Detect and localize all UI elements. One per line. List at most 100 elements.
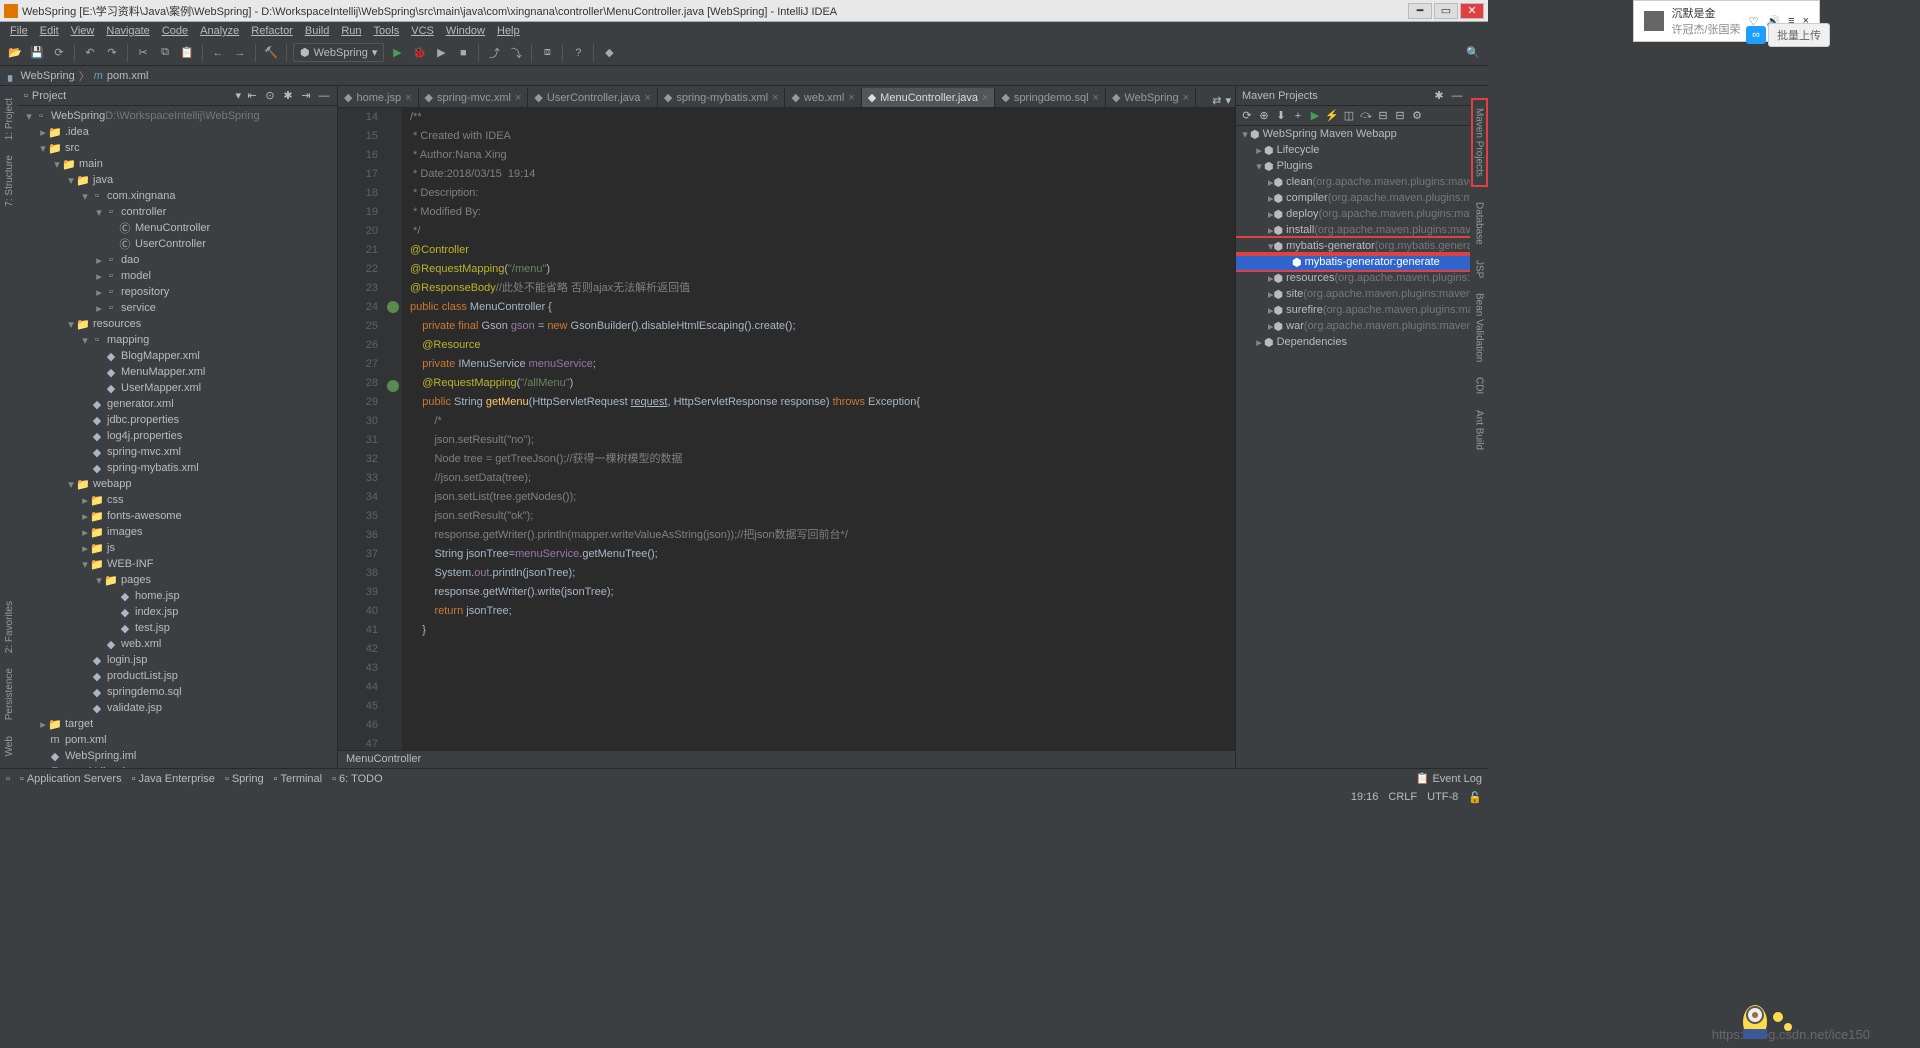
bottom-tool-6-TODO[interactable]: ▫6: TODO — [332, 773, 383, 785]
back-icon[interactable]: ← — [209, 44, 227, 62]
cut-icon[interactable]: ✂ — [134, 44, 152, 62]
chevron-down-icon[interactable]: ▾ — [235, 89, 241, 102]
tree-item[interactable]: ▸📁images — [18, 524, 337, 540]
maven-item[interactable]: ▾⬢Plugins — [1236, 158, 1470, 174]
hide-icon[interactable]: — — [1450, 89, 1464, 103]
strip-CDI[interactable]: CDI — [1474, 377, 1485, 394]
add-icon[interactable]: + — [1291, 109, 1305, 123]
tool-windows-icon[interactable]: ▫ — [6, 773, 10, 785]
generate-icon[interactable]: ⊕ — [1257, 109, 1271, 123]
menu-navigate[interactable]: Navigate — [100, 24, 155, 38]
help-icon[interactable]: ? — [569, 44, 587, 62]
tab-springdemo-sql[interactable]: ◆springdemo.sql× — [995, 88, 1106, 107]
breadcrumb-project[interactable]: WebSpring — [20, 70, 74, 82]
maven-item[interactable]: ▸⬢Dependencies — [1236, 334, 1470, 350]
maven-item[interactable]: ▸⬢clean (org.apache.maven.plugins:maven — [1236, 174, 1470, 190]
tab-home-jsp[interactable]: ◆home.jsp× — [338, 88, 419, 107]
tab-spring-mvc-xml[interactable]: ◆spring-mvc.xml× — [419, 88, 529, 107]
menu-file[interactable]: File — [4, 24, 34, 38]
tree-item[interactable]: ▾📁pages — [18, 572, 337, 588]
menu-refactor[interactable]: Refactor — [245, 24, 299, 38]
maven-item[interactable]: ▾⬢WebSpring Maven Webapp — [1236, 126, 1470, 142]
tree-item[interactable]: ▾▫WebSpring D:\WorkspaceIntellij\WebSpri… — [18, 108, 337, 124]
tree-item[interactable]: ◆MenuMapper.xml — [18, 364, 337, 380]
strip-Maven-Projects[interactable]: Maven Projects — [1471, 98, 1488, 187]
menu-analyze[interactable]: Analyze — [194, 24, 245, 38]
copy-icon[interactable]: ⧉ — [156, 44, 174, 62]
tree-item[interactable]: mpom.xml — [18, 732, 337, 748]
bottom-tool-Application-Servers[interactable]: ▫Application Servers — [20, 773, 122, 785]
paste-icon[interactable]: 📋 — [178, 44, 196, 62]
tree-item[interactable]: ◆springdemo.sql — [18, 684, 337, 700]
tree-item[interactable]: ▾📁src — [18, 140, 337, 156]
locate-icon[interactable]: ⊙ — [263, 89, 277, 103]
strip-Database[interactable]: Database — [1474, 202, 1485, 245]
tree-item[interactable]: ▾▫mapping — [18, 332, 337, 348]
menu-window[interactable]: Window — [440, 24, 491, 38]
tree-item[interactable]: ◆log4j.properties — [18, 428, 337, 444]
forward-icon[interactable]: → — [231, 44, 249, 62]
execute-icon[interactable]: ⚡ — [1325, 109, 1339, 123]
maven-item[interactable]: ▸⬢surefire (org.apache.maven.plugins:ma — [1236, 302, 1470, 318]
tab-list-icon[interactable]: ▾ — [1225, 94, 1231, 107]
run-config-dropdown[interactable]: ⬢ WebSpring ▾ — [293, 43, 384, 62]
maven-item[interactable]: ▸⬢Lifecycle — [1236, 142, 1470, 158]
vcs-commit-icon[interactable]: ⤵ — [507, 44, 525, 62]
close-icon[interactable]: × — [1183, 92, 1189, 104]
tab-spring-mybatis-xml[interactable]: ◆spring-mybatis.xml× — [658, 88, 786, 107]
tree-item[interactable]: ◆spring-mybatis.xml — [18, 460, 337, 476]
tab-web-xml[interactable]: ◆web.xml× — [785, 88, 861, 107]
tree-item[interactable]: ◆UserMapper.xml — [18, 380, 337, 396]
line-sep[interactable]: CRLF — [1388, 791, 1417, 803]
readonly-icon[interactable]: 🔓 — [1468, 791, 1482, 804]
maven-item[interactable]: ▸⬢site (org.apache.maven.plugins:maven-s — [1236, 286, 1470, 302]
tree-item[interactable]: ◆generator.xml — [18, 396, 337, 412]
tree-item[interactable]: ◆jdbc.properties — [18, 412, 337, 428]
skip-icon[interactable]: ⤼ — [1359, 109, 1373, 123]
tab-UserController-java[interactable]: ◆UserController.java× — [528, 88, 657, 107]
close-icon[interactable]: × — [982, 92, 988, 104]
close-button[interactable]: ✕ — [1460, 3, 1484, 19]
tree-item[interactable]: ⒸMenuController — [18, 220, 337, 236]
upload-button[interactable]: 批量上传 — [1768, 23, 1830, 47]
code-content[interactable]: /** * Created with IDEA * Author:Nana Xi… — [402, 108, 1235, 750]
menu-tools[interactable]: Tools — [368, 24, 406, 38]
menu-edit[interactable]: Edit — [34, 24, 65, 38]
maven-item[interactable]: ▸⬢war (org.apache.maven.plugins:maven-v — [1236, 318, 1470, 334]
menu-code[interactable]: Code — [156, 24, 194, 38]
structure-icon[interactable]: ⧈ — [538, 44, 556, 62]
undo-icon[interactable]: ↶ — [81, 44, 99, 62]
bottom-tool-Spring[interactable]: ▫Spring — [225, 773, 264, 785]
breadcrumb-file[interactable]: pom.xml — [107, 70, 149, 82]
tree-item[interactable]: ▸▫dao — [18, 252, 337, 268]
maven-item[interactable]: ▸⬢deploy (org.apache.maven.plugins:mave — [1236, 206, 1470, 222]
close-icon[interactable]: × — [515, 92, 521, 104]
maven-item[interactable]: ⬢mybatis-generator:generate — [1236, 254, 1470, 270]
tree-item[interactable]: ⒸUserController — [18, 236, 337, 252]
tree-item[interactable]: ◆index.jsp — [18, 604, 337, 620]
maven-item[interactable]: ▸⬢install (org.apache.maven.plugins:mave… — [1236, 222, 1470, 238]
tree-item[interactable]: ▸📁js — [18, 540, 337, 556]
strip-1-Project[interactable]: 1: Project — [4, 98, 15, 140]
tree-item[interactable]: ◆productList.jsp — [18, 668, 337, 684]
tree-item[interactable]: ▾▫com.xingnana — [18, 188, 337, 204]
tab-overflow-icon[interactable]: ⇄ — [1212, 94, 1221, 107]
strip-7-Structure[interactable]: 7: Structure — [4, 155, 15, 207]
bottom-tool-Terminal[interactable]: ▫Terminal — [274, 773, 322, 785]
strip-JSP[interactable]: JSP — [1474, 260, 1485, 278]
gear-icon[interactable]: ✱ — [1432, 89, 1446, 103]
hide-icon[interactable]: ⇥ — [299, 89, 313, 103]
toggle-icon[interactable]: ◫ — [1342, 109, 1356, 123]
close-icon[interactable]: × — [405, 92, 411, 104]
menu-help[interactable]: Help — [491, 24, 526, 38]
tree-item[interactable]: ▸▫repository — [18, 284, 337, 300]
run-icon[interactable]: ▶ — [1308, 109, 1322, 123]
collapse-icon[interactable]: ⊟ — [1393, 109, 1407, 123]
strip-Web[interactable]: Web — [4, 736, 15, 756]
tree-item[interactable]: ◆home.jsp — [18, 588, 337, 604]
search-icon[interactable]: 🔍 — [1464, 44, 1482, 62]
minimize-icon[interactable]: — — [317, 89, 331, 103]
tree-item[interactable]: ◆test.jsp — [18, 620, 337, 636]
close-icon[interactable]: × — [848, 92, 854, 104]
show-icon[interactable]: ⊟ — [1376, 109, 1390, 123]
